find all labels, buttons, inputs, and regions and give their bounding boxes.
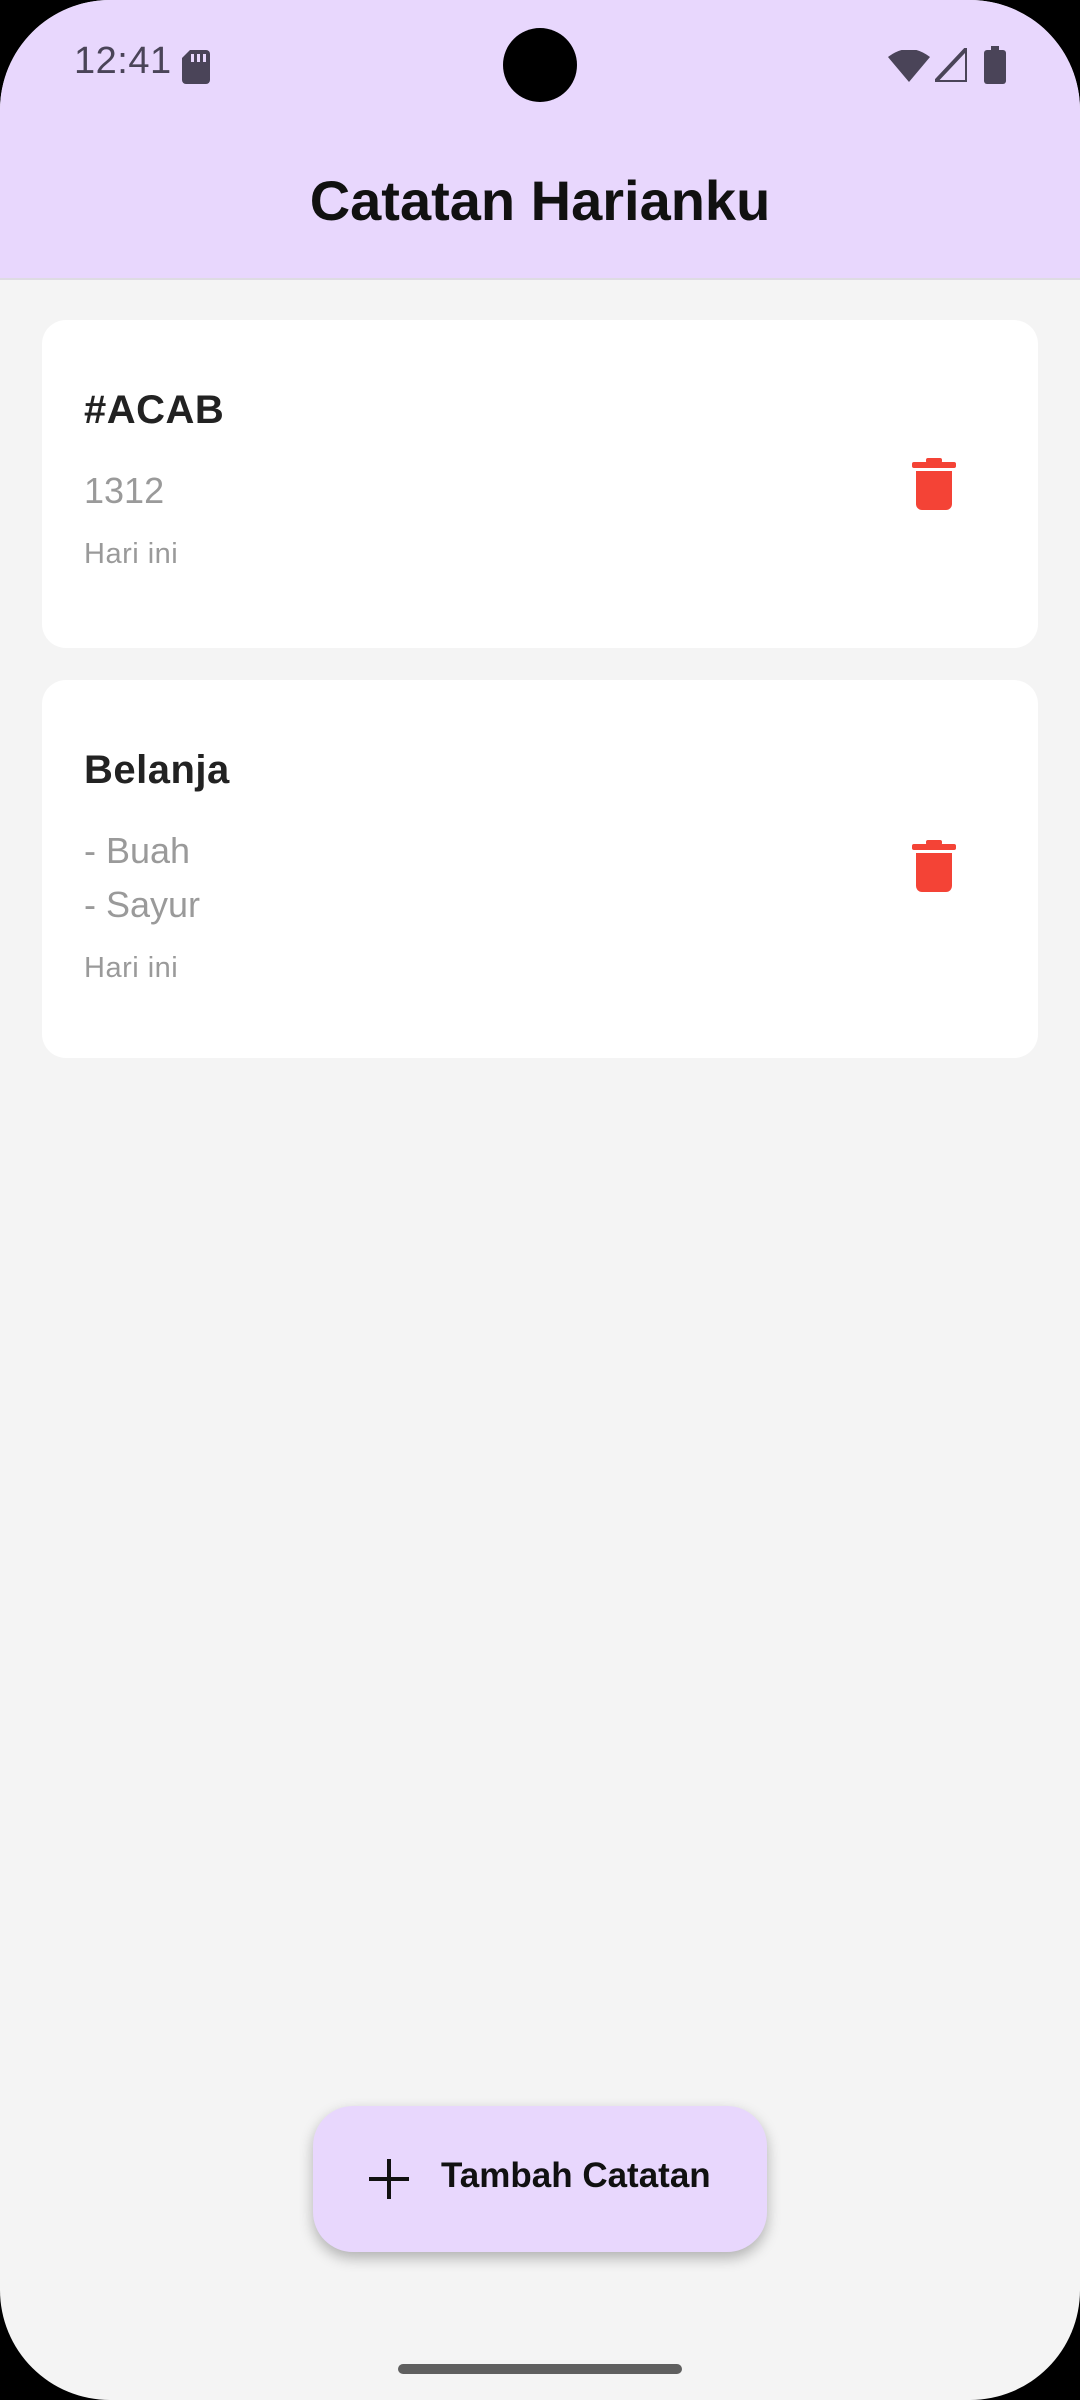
note-content: - Buah - Sayur [84, 830, 201, 925]
status-time: 12:41 [74, 40, 172, 82]
note-title: Belanja [84, 748, 230, 792]
battery-icon [984, 46, 1006, 84]
note-date: Hari ini [84, 538, 179, 570]
plus-icon [369, 2159, 409, 2199]
note-card[interactable]: #ACAB 1312 Hari ini [42, 320, 1038, 648]
note-card[interactable]: Belanja - Buah - Sayur Hari ini [42, 680, 1038, 1058]
note-content: 1312 [84, 470, 165, 511]
home-indicator[interactable] [398, 2364, 682, 2374]
sd-card-icon [182, 50, 210, 84]
phone-screen: 12:41 Catatan Harianku #ACAB 1312 Hari i… [0, 0, 1080, 2400]
delete-button[interactable] [912, 840, 956, 892]
front-camera [503, 28, 577, 102]
app-bar: 12:41 Catatan Harianku [0, 0, 1080, 280]
cell-signal-icon [935, 48, 967, 82]
note-date: Hari ini [84, 952, 179, 984]
status-bar: 12:41 [0, 0, 1080, 130]
trash-icon [912, 840, 956, 892]
page-title: Catatan Harianku [309, 169, 771, 232]
wifi-icon [888, 50, 930, 82]
add-note-button[interactable]: Tambah Catatan [313, 2106, 767, 2252]
add-note-label: Tambah Catatan [441, 2156, 711, 2195]
note-list: #ACAB 1312 Hari ini Belanja - Buah - Say… [42, 320, 1038, 1090]
delete-button[interactable] [912, 458, 956, 510]
trash-icon [912, 458, 956, 510]
note-title: #ACAB [84, 388, 225, 432]
